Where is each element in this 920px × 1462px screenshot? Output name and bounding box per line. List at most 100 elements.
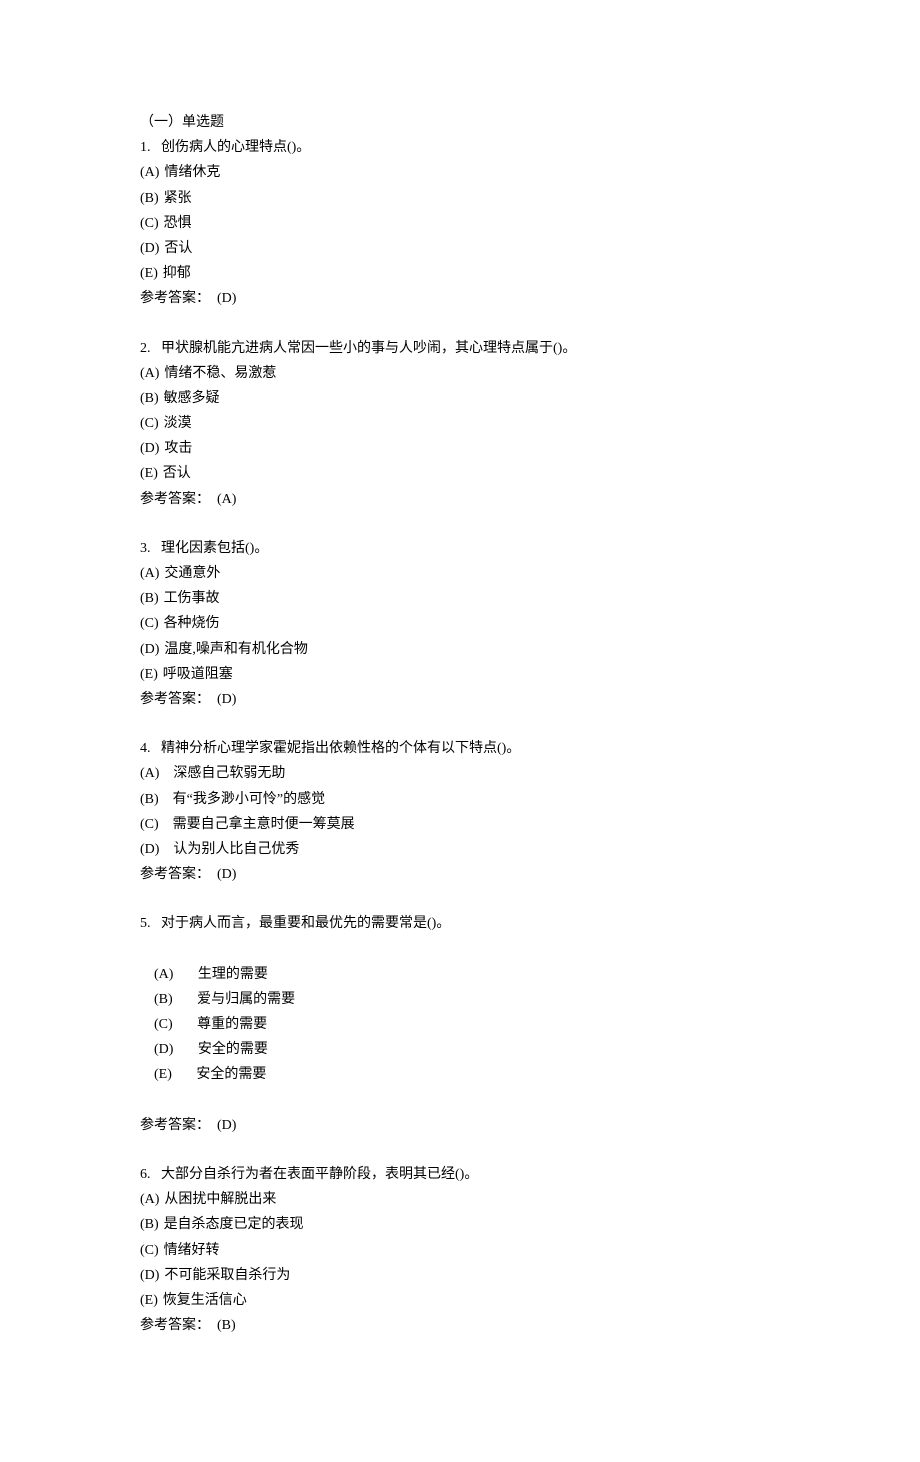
question-number: 2. bbox=[140, 341, 151, 356]
section-header: （一）单选题 bbox=[140, 110, 790, 135]
option-e: (E)呼吸道阻塞 bbox=[140, 662, 790, 687]
option-text: 安全的需要 bbox=[191, 1067, 266, 1082]
option-label: (D) bbox=[140, 441, 159, 456]
option-d: (D)不可能采取自杀行为 bbox=[140, 1263, 790, 1288]
option-label: (D) bbox=[140, 642, 159, 657]
option-d: (D) 认为别人比自己优秀 bbox=[140, 837, 790, 862]
option-text: 呼吸道阻塞 bbox=[158, 667, 233, 682]
option-label: (A) bbox=[140, 1192, 159, 1207]
answer-label: 参考答案： bbox=[140, 867, 210, 882]
question-stem: 5. 对于病人而言，最重要和最优先的需要常是()。 bbox=[140, 911, 790, 936]
option-label: (E) bbox=[154, 1067, 172, 1082]
option-d: (D)温度,噪声和有机化合物 bbox=[140, 637, 790, 662]
option-label: (B) bbox=[140, 591, 159, 606]
option-text: 是自杀态度已定的表现 bbox=[159, 1217, 304, 1232]
option-e: (E) 安全的需要 bbox=[154, 1067, 286, 1082]
option-label: (A) bbox=[140, 366, 159, 381]
option-text: 温度,噪声和有机化合物 bbox=[159, 642, 307, 657]
answer: 参考答案： (D) bbox=[140, 862, 790, 887]
option-text: 否认 bbox=[158, 466, 191, 481]
option-a: (A)从困扰中解脱出来 bbox=[140, 1187, 790, 1212]
question-4: 4. 精神分析心理学家霍妮指出依赖性格的个体有以下特点()。 (A) 深感自己软… bbox=[140, 736, 790, 887]
option-text: 深感自己软弱无助 bbox=[159, 766, 285, 781]
question-text: 精神分析心理学家霍妮指出依赖性格的个体有以下特点()。 bbox=[161, 741, 520, 756]
option-text: 敏感多疑 bbox=[159, 391, 220, 406]
question-text: 创伤病人的心理特点()。 bbox=[161, 140, 310, 155]
question-6: 6. 大部分自杀行为者在表面平静阶段，表明其已经()。 (A)从困扰中解脱出来 … bbox=[140, 1162, 790, 1338]
option-text: 情绪好转 bbox=[159, 1243, 220, 1258]
option-c: (C)情绪好转 bbox=[140, 1238, 790, 1263]
option-label: (A) bbox=[140, 766, 159, 781]
option-label: (C) bbox=[154, 1017, 173, 1032]
question-5: 5. 对于病人而言，最重要和最优先的需要常是()。 (A)生理的需要 (B)爱与… bbox=[140, 911, 790, 1138]
option-c: (C) 尊重的需要 bbox=[154, 1017, 287, 1032]
option-label: (C) bbox=[140, 216, 159, 231]
option-text: 恐惧 bbox=[159, 216, 192, 231]
option-label: (E) bbox=[140, 466, 158, 481]
option-label: (B) bbox=[140, 1217, 159, 1232]
option-text: 爱与归属的需要 bbox=[192, 992, 295, 1007]
option-b: (B)紧张 bbox=[140, 186, 790, 211]
option-text: 各种烧伤 bbox=[159, 616, 220, 631]
option-c: (C)恐惧 bbox=[140, 211, 790, 236]
question-3: 3. 理化因素包括()。 (A)交通意外 (B)工伤事故 (C)各种烧伤 (D)… bbox=[140, 536, 790, 712]
answer: 参考答案： (D) bbox=[140, 1113, 790, 1138]
option-b: (B)敏感多疑 bbox=[140, 386, 790, 411]
option-a: (A)情绪不稳、易激惹 bbox=[140, 361, 790, 386]
question-number: 5. bbox=[140, 916, 151, 931]
option-label: (C) bbox=[140, 817, 159, 832]
option-text: 需要自己拿主意时便一筹莫展 bbox=[159, 817, 355, 832]
option-a: (A)情绪休克 bbox=[140, 160, 790, 185]
option-text: 攻击 bbox=[159, 441, 192, 456]
question-number: 3. bbox=[140, 541, 151, 556]
answer-label: 参考答案： bbox=[140, 492, 210, 507]
option-text: 否认 bbox=[159, 241, 192, 256]
option-a: (A) 深感自己软弱无助 bbox=[140, 761, 790, 786]
answer-value: (D) bbox=[217, 1118, 236, 1133]
option-e: (E)恢复生活信心 bbox=[140, 1288, 790, 1313]
question-text: 甲状腺机能亢进病人常因一些小的事与人吵闹，其心理特点属于()。 bbox=[161, 341, 576, 356]
option-label: (B) bbox=[154, 992, 173, 1007]
option-e: (E)否认 bbox=[140, 461, 790, 486]
option-label: (D) bbox=[140, 842, 159, 857]
option-text: 紧张 bbox=[159, 191, 192, 206]
option-c: (C)淡漠 bbox=[140, 411, 790, 436]
option-label: (D) bbox=[154, 1042, 173, 1057]
option-label: (E) bbox=[140, 266, 158, 281]
answer-label: 参考答案： bbox=[140, 1318, 210, 1333]
option-c: (C) 需要自己拿主意时便一筹莫展 bbox=[140, 812, 790, 837]
option-text: 情绪不稳、易激惹 bbox=[159, 366, 276, 381]
answer: 参考答案： (D) bbox=[140, 687, 790, 712]
options-inline: (A)生理的需要 (B)爱与归属的需要 (C)尊重的需要 (D)安全的需要 (E… bbox=[140, 936, 790, 1112]
option-label: (B) bbox=[140, 191, 159, 206]
question-2: 2. 甲状腺机能亢进病人常因一些小的事与人吵闹，其心理特点属于()。 (A)情绪… bbox=[140, 336, 790, 512]
question-stem: 1. 创伤病人的心理特点()。 bbox=[140, 135, 790, 160]
question-text: 大部分自杀行为者在表面平静阶段，表明其已经()。 bbox=[161, 1167, 478, 1182]
option-a: (A)交通意外 bbox=[140, 561, 790, 586]
option-label: (B) bbox=[140, 391, 159, 406]
option-d: (D)攻击 bbox=[140, 436, 790, 461]
option-d: (D) 安全的需要 bbox=[154, 1042, 288, 1057]
option-text: 抑郁 bbox=[158, 266, 191, 281]
answer-value: (B) bbox=[217, 1318, 236, 1333]
answer-value: (D) bbox=[217, 867, 236, 882]
option-label: (B) bbox=[140, 792, 159, 807]
answer-value: (D) bbox=[217, 291, 236, 306]
question-stem: 4. 精神分析心理学家霍妮指出依赖性格的个体有以下特点()。 bbox=[140, 736, 790, 761]
option-label: (C) bbox=[140, 616, 159, 631]
question-text: 对于病人而言，最重要和最优先的需要常是()。 bbox=[161, 916, 450, 931]
option-d: (D)否认 bbox=[140, 236, 790, 261]
option-b: (B)是自杀态度已定的表现 bbox=[140, 1212, 790, 1237]
option-text: 尊重的需要 bbox=[192, 1017, 267, 1032]
option-label: (A) bbox=[140, 566, 159, 581]
option-text: 安全的需要 bbox=[193, 1042, 268, 1057]
option-label: (A) bbox=[140, 165, 159, 180]
answer: 参考答案： (B) bbox=[140, 1313, 790, 1338]
question-number: 6. bbox=[140, 1167, 151, 1182]
question-number: 4. bbox=[140, 741, 151, 756]
option-text: 有“我多渺小可怜”的感觉 bbox=[159, 792, 325, 807]
option-text: 认为别人比自己优秀 bbox=[159, 842, 299, 857]
option-text: 情绪休克 bbox=[159, 165, 220, 180]
option-text: 淡漠 bbox=[159, 416, 192, 431]
option-b: (B) 爱与归属的需要 bbox=[154, 992, 315, 1007]
